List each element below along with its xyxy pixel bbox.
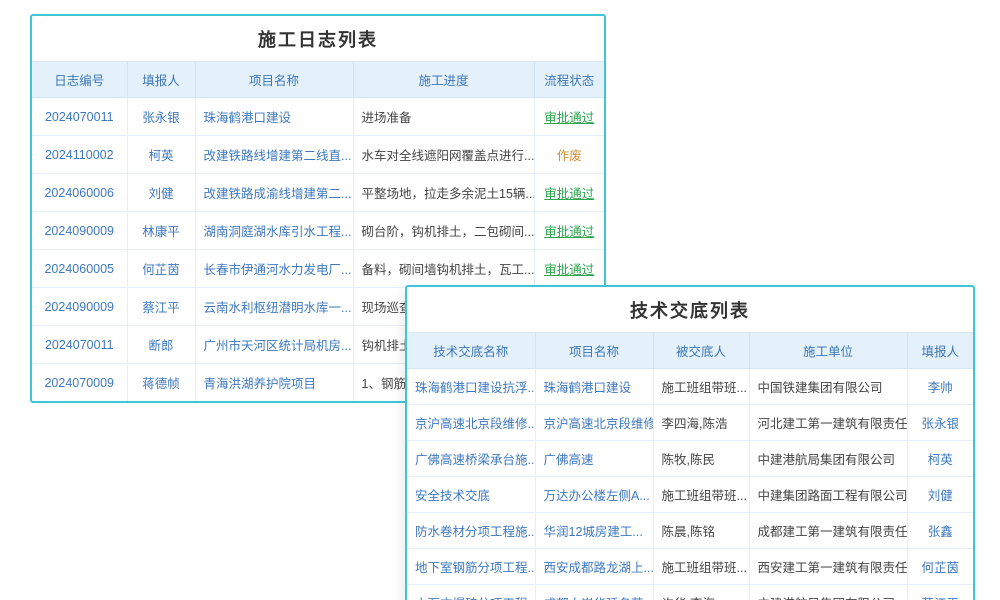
project-link[interactable]: 华润12城房建工... xyxy=(544,525,643,539)
reporter-link[interactable]: 柯英 xyxy=(928,453,953,467)
status-link[interactable]: 审批通过 xyxy=(544,263,594,277)
project-link[interactable]: 青海洪湖养护院项目 xyxy=(204,377,317,391)
reporter-link[interactable]: 刘健 xyxy=(928,489,953,503)
column-header: 项目名称 xyxy=(535,333,653,369)
reporter-link[interactable]: 蒋德帧 xyxy=(142,377,180,391)
column-header: 填报人 xyxy=(127,62,195,98)
log-id-link[interactable]: 2024070009 xyxy=(44,376,114,390)
table-row: 京沪高速北京段维修... 京沪高速北京段维修李四海,陈浩 河北建工第一建筑有限责任公… xyxy=(407,405,973,441)
reporter-link[interactable]: 何芷茵 xyxy=(921,561,959,575)
table-row: 地下室钢筋分项工程... 西安成都路龙湖上... 施工班组带班... 西安建工第一建筑… xyxy=(407,549,973,585)
column-header: 项目名称 xyxy=(195,62,353,98)
reporter-link[interactable]: 李帅 xyxy=(928,381,953,395)
tech-disclosure-panel: 技术交底列表 技术交底名称项目名称被交底人施工单位填报人 珠海鹤港口建设抗浮..… xyxy=(405,285,975,600)
log-id-link[interactable]: 2024090009 xyxy=(44,224,114,238)
briefed-person-text: 陈牧,陈民 xyxy=(662,453,715,467)
project-link[interactable]: 西安成都路龙湖上... xyxy=(544,561,654,575)
progress-text: 平整场地，拉走多余泥土15辆... xyxy=(362,187,535,201)
table-row: 防水卷材分项工程施... 华润12城房建工... 陈晨,陈铭 成都建工第一建筑有限责任… xyxy=(407,513,973,549)
table-row: 2024060006 刘健 改建铁路成渝线增建第二... 平整场地，拉走多余泥土15辆… xyxy=(32,174,604,212)
column-header: 日志编号 xyxy=(32,62,127,98)
project-link[interactable]: 京沪高速北京段维修 xyxy=(544,417,654,431)
tech-disclosure-table: 技术交底名称项目名称被交底人施工单位填报人 珠海鹤港口建设抗浮...珠海鹤港口建… xyxy=(407,333,973,600)
disclosure-name-link[interactable]: 防水卷材分项工程施... xyxy=(415,525,535,539)
construction-unit-text: 成都建工第一建筑有限责任公司 xyxy=(758,525,908,539)
reporter-link[interactable]: 断郎 xyxy=(148,339,173,353)
reporter-link[interactable]: 柯英 xyxy=(148,149,173,163)
project-link[interactable]: 万达办公楼左侧A... xyxy=(544,489,650,503)
construction-unit-text: 西安建工第一建筑有限责任公司 xyxy=(758,561,908,575)
status-link[interactable]: 审批通过 xyxy=(544,111,594,125)
table-row: 珠海鹤港口建设抗浮... 珠海鹤港口建设 施工班组带班... 中国铁建集团有限公司 李帅 xyxy=(407,369,973,405)
column-header: 施工单位 xyxy=(749,333,907,369)
log-id-link[interactable]: 2024090009 xyxy=(44,300,114,314)
disclosure-name-link[interactable]: 地下室钢筋分项工程... xyxy=(415,561,535,575)
project-link[interactable]: 改建铁路线增建第二线直... xyxy=(204,149,352,163)
log-id-link[interactable]: 2024070011 xyxy=(45,338,114,352)
briefed-person-text: 李四海,陈浩 xyxy=(662,417,728,431)
reporter-link[interactable]: 张永银 xyxy=(921,417,959,431)
disclosure-name-link[interactable]: 京沪高速北京段维修... xyxy=(415,417,535,431)
briefed-person-text: 陈晨,陈铭 xyxy=(662,525,715,539)
column-header: 技术交底名称 xyxy=(407,333,535,369)
table-row: 广佛高速桥梁承台施... 广佛高速 陈牧,陈民 中建港航局集团有限公司 柯英 xyxy=(407,441,973,477)
briefed-person-text: 施工班组带班... xyxy=(662,561,747,575)
disclosure-name-link[interactable]: 安全技术交底 xyxy=(415,489,490,503)
status-link[interactable]: 作废 xyxy=(557,149,582,163)
log-id-link[interactable]: 2024060005 xyxy=(44,262,114,276)
reporter-link[interactable]: 张鑫 xyxy=(928,525,953,539)
table-row: 2024070011 张永银 珠海鹤港口建设 进场准备 审批通过 xyxy=(32,98,604,136)
column-header: 施工进度 xyxy=(353,62,534,98)
construction-log-title: 施工日志列表 xyxy=(32,16,604,62)
construction-unit-text: 河北建工第一建筑有限责任公司 xyxy=(758,417,908,431)
construction-unit-text: 中建港航局集团有限公司 xyxy=(758,453,896,467)
project-link[interactable]: 湖南洞庭湖水库引水工程... xyxy=(204,225,352,239)
status-link[interactable]: 审批通过 xyxy=(544,225,594,239)
column-header: 填报人 xyxy=(907,333,973,369)
table-row: 安全技术交底 万达办公楼左侧A... 施工班组带班... 中建集团路面工程有限公司 刘健 xyxy=(407,477,973,513)
status-link[interactable]: 审批通过 xyxy=(544,187,594,201)
log-id-link[interactable]: 2024070011 xyxy=(45,110,114,124)
progress-text: 水车对全线遮阳网覆盖点进行... xyxy=(362,149,535,163)
briefed-person-text: 施工班组带班... xyxy=(662,381,747,395)
tech-disclosure-header-row: 技术交底名称项目名称被交底人施工单位填报人 xyxy=(407,333,973,369)
project-link[interactable]: 云南水利枢纽潜明水库一... xyxy=(204,301,352,315)
project-link[interactable]: 广佛高速 xyxy=(544,453,594,467)
progress-text: 砌台阶，钩机排土，二包砌间... xyxy=(362,225,535,239)
project-link[interactable]: 长春市伊通河水力发电厂... xyxy=(204,263,352,277)
progress-text: 进场准备 xyxy=(362,111,412,125)
briefed-person-text: 施工班组带班... xyxy=(662,489,747,503)
construction-log-header-row: 日志编号填报人项目名称施工进度流程状态 xyxy=(32,62,604,98)
progress-text: 备料，砌间墙钩机排土，瓦工... xyxy=(362,263,535,277)
reporter-link[interactable]: 蔡江平 xyxy=(142,301,180,315)
reporter-link[interactable]: 何芷茵 xyxy=(142,263,180,277)
reporter-link[interactable]: 刘健 xyxy=(148,187,173,201)
column-header: 被交底人 xyxy=(653,333,749,369)
log-id-link[interactable]: 2024060006 xyxy=(44,186,114,200)
column-header: 流程状态 xyxy=(534,62,604,98)
construction-unit-text: 中国铁建集团有限公司 xyxy=(758,381,883,395)
page: 施工日志列表 日志编号填报人项目名称施工进度流程状态 2024070011张永银… xyxy=(0,0,1000,600)
reporter-link[interactable]: 张永银 xyxy=(142,111,180,125)
table-row: 2024060005 何芷茵 长春市伊通河水力发电厂... 备料，砌间墙钩机排土，瓦工… xyxy=(32,250,604,288)
disclosure-name-link[interactable]: 广佛高速桥梁承台施... xyxy=(415,453,535,467)
project-link[interactable]: 珠海鹤港口建设 xyxy=(544,381,632,395)
project-link[interactable]: 珠海鹤港口建设 xyxy=(204,111,292,125)
table-row: 2024110002 柯英 改建铁路线增建第二线直... 水车对全线遮阳网覆盖点进行.… xyxy=(32,136,604,174)
construction-unit-text: 中建集团路面工程有限公司 xyxy=(758,489,908,503)
tech-disclosure-title: 技术交底列表 xyxy=(407,287,973,333)
project-link[interactable]: 改建铁路成渝线增建第二... xyxy=(204,187,352,201)
disclosure-name-link[interactable]: 珠海鹤港口建设抗浮... xyxy=(415,381,535,395)
project-link[interactable]: 广州市天河区统计局机房... xyxy=(204,339,352,353)
reporter-link[interactable]: 林康平 xyxy=(142,225,180,239)
log-id-link[interactable]: 2024110002 xyxy=(45,148,114,162)
table-row: 土石方爆破分项工程...成都水岸华廷名苑...许华,李海中建港航局集团有限公司蔡… xyxy=(407,585,973,600)
table-row: 2024090009 林康平 湖南洞庭湖水库引水工程... 砌台阶，钩机排土，二包砌间… xyxy=(32,212,604,250)
